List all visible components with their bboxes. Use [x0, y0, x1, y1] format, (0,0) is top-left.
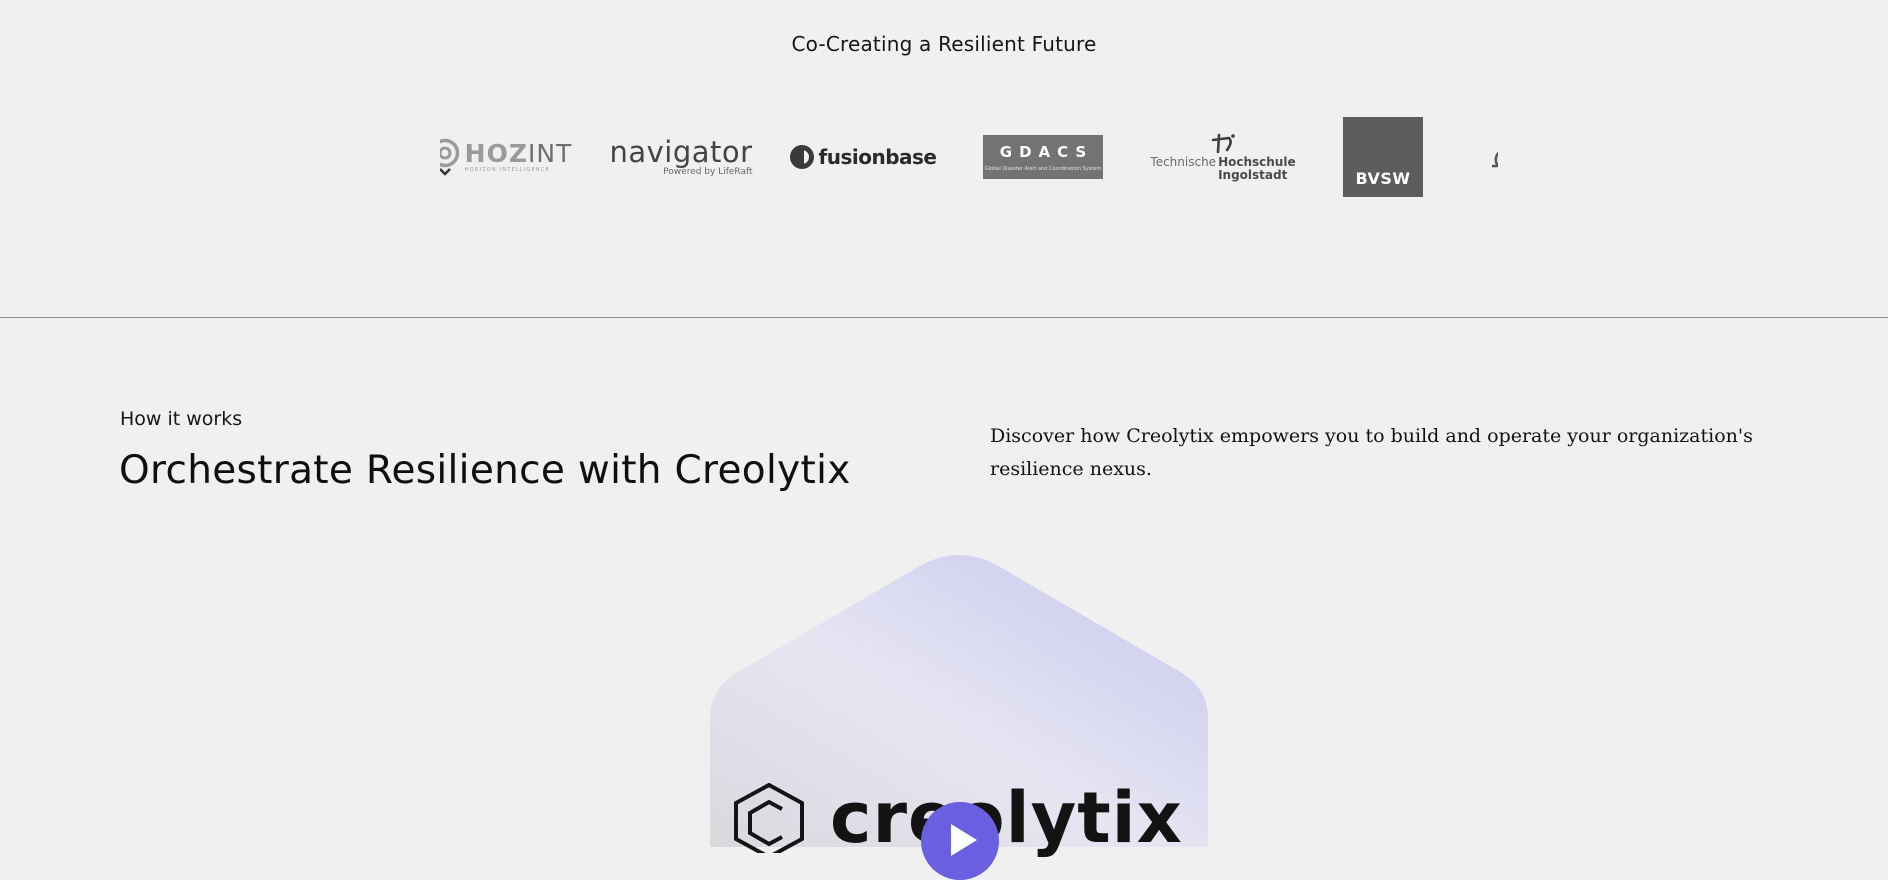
section-kicker: How it works	[120, 408, 243, 430]
fusionbase-mark-icon	[789, 145, 814, 169]
creolytix-wordmark: creolytix	[830, 777, 1183, 859]
fusionbase-wordmark: fusionbase	[818, 145, 937, 169]
section-title: Orchestrate Resilience with Creolytix	[119, 448, 851, 493]
navigator-wordmark: navigator	[609, 134, 753, 169]
hozint-wordmark: HOZINT	[464, 139, 573, 168]
creolytix-mark-icon	[734, 783, 804, 853]
partner-logo-gdacs[interactable]: GDACS Global Disaster Alert and Coordina…	[982, 112, 1104, 202]
partner-logo-fusionbase[interactable]: fusionbase	[789, 112, 937, 202]
navigator-tagline: Powered by LifeRaft	[663, 166, 753, 177]
partner-logo-carousel: HOZINT HORIZON INTELLIGENCE navigator Po…	[440, 112, 1498, 202]
partner-logo-partial[interactable]	[1482, 112, 1498, 202]
partner-logo-navigator[interactable]: navigator Powered by LifeRaft	[609, 112, 752, 202]
bvsw-wordmark: BVSW	[1355, 169, 1411, 188]
play-icon	[951, 824, 977, 856]
thi-mark-icon	[1211, 134, 1235, 154]
play-button[interactable]	[921, 802, 999, 880]
thi-wordmark-technische: Technische	[1150, 155, 1217, 170]
hozint-tagline: HORIZON INTELLIGENCE	[464, 167, 550, 173]
gdacs-tagline: Global Disaster Alert and Coordination S…	[984, 165, 1102, 172]
section-description: Discover how Creolytix empowers you to b…	[990, 425, 1753, 480]
partner-logo-hozint[interactable]: HOZINT HORIZON INTELLIGENCE	[440, 112, 571, 202]
partner-logo-thi[interactable]: Technische Hochschule Ingolstadt	[1150, 112, 1296, 202]
gdacs-wordmark: GDACS	[999, 142, 1094, 161]
section-divider	[0, 317, 1888, 318]
thi-wordmark-ingolstadt: Ingolstadt	[1218, 168, 1288, 182]
partner-logo-bvsw[interactable]: BVSW	[1342, 112, 1424, 202]
location-pin-icon	[440, 138, 459, 176]
partners-heading: Co-Creating a Resilient Future	[791, 32, 1097, 56]
partner-mark-icon	[1492, 151, 1498, 168]
